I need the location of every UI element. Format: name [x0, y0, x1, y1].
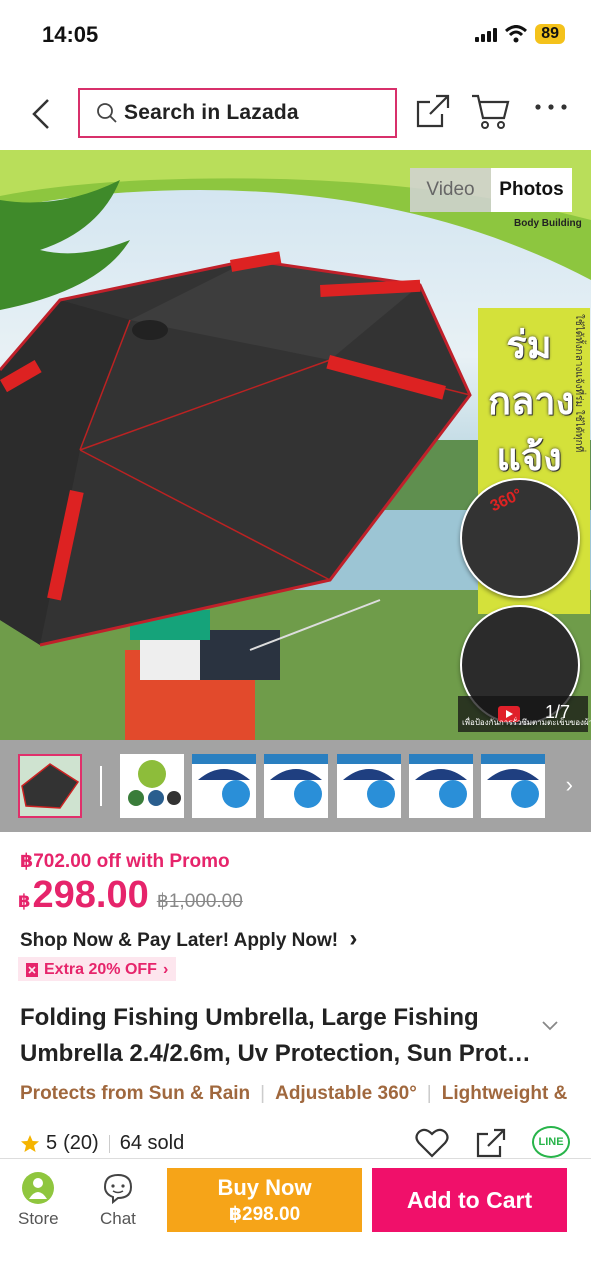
- chevron-right-icon[interactable]: ›: [566, 772, 573, 798]
- back-arrow-icon[interactable]: [24, 94, 58, 134]
- buy-now-price: ฿298.00: [228, 1203, 301, 1225]
- cellular-signal-icon: [475, 26, 498, 42]
- thumbnail-2[interactable]: [120, 754, 184, 818]
- add-to-cart-button[interactable]: Add to Cart: [372, 1168, 567, 1232]
- voucher-badge[interactable]: Extra 20% OFF ›: [18, 957, 177, 981]
- badge-side-text: ใช้ได้ทั้งกลางแจ้งที่ร่ม ใช้ได้ทุกที่: [573, 314, 584, 453]
- voucher-text: Extra 20% OFF: [44, 961, 157, 978]
- chevron-right-icon: ›: [349, 925, 358, 952]
- brand-logo: Body Building: [514, 218, 582, 229]
- image-caption: เพื่อป้องกันการรั่วซึมตามตะเข็บของผ้าร่ม: [462, 718, 591, 727]
- chat-label: Chat: [100, 1209, 136, 1228]
- search-input[interactable]: Search in Lazada: [78, 88, 397, 138]
- chevron-down-icon[interactable]: [540, 1018, 560, 1032]
- store-label: Store: [18, 1209, 59, 1228]
- thumbnail-4[interactable]: [264, 754, 328, 818]
- chat-button[interactable]: Chat: [100, 1171, 136, 1229]
- pay-later-text: Shop Now & Pay Later! Apply Now!: [20, 930, 339, 951]
- more-options-icon[interactable]: [534, 102, 568, 112]
- detail-image-hinge: 360°: [460, 478, 580, 598]
- tab-photos[interactable]: Photos: [491, 168, 572, 212]
- price-currency: ฿: [18, 891, 31, 911]
- badge-text: ร่ม กลาง แจ้ง: [488, 325, 575, 479]
- thumbnail-6[interactable]: [409, 754, 473, 818]
- rating-value: 5: [46, 1132, 58, 1154]
- media-toggle[interactable]: Video Photos: [410, 168, 572, 212]
- thumbnail-7[interactable]: [481, 754, 545, 818]
- rating-divider: [108, 1134, 110, 1153]
- buy-now-label: Buy Now: [217, 1174, 312, 1200]
- thumbnail-divider: [100, 766, 102, 806]
- voucher-icon: [26, 963, 38, 977]
- thumbnail-strip: ›: [0, 740, 591, 832]
- feature-tag: Adjustable 360°: [275, 1083, 417, 1104]
- buy-now-button[interactable]: Buy Now ฿298.00: [167, 1168, 362, 1232]
- status-time: 14:05: [42, 22, 99, 47]
- feature-tags: Protects from Sun & Rain | Adjustable 360°…: [20, 1083, 568, 1104]
- chevron-right-icon: ›: [162, 961, 169, 978]
- promo-discount: ฿702.00 off with Promo: [20, 851, 230, 872]
- product-image-carousel[interactable]: Video Photos Body Building ร่ม กลาง แจ้ง…: [0, 150, 591, 740]
- star-icon: [21, 1134, 39, 1152]
- bottom-action-bar: Store Chat Buy Now ฿298.00 Add to Cart: [0, 1158, 591, 1280]
- thumbnail-3[interactable]: [192, 754, 256, 818]
- feature-tag: Protects from Sun & Rain: [20, 1083, 251, 1104]
- heart-icon[interactable]: [414, 1126, 450, 1160]
- image-counter: 1/7 เพื่อป้องกันการรั่วซึมตามตะเข็บของผ้…: [458, 696, 591, 732]
- wifi-icon: [505, 25, 528, 43]
- thumbnail-1[interactable]: [18, 754, 82, 818]
- status-bar: 14:05 89: [0, 0, 591, 70]
- original-price: ฿1,000.00: [156, 891, 243, 912]
- thumbnail-5[interactable]: [337, 754, 401, 818]
- pay-later-link[interactable]: Shop Now & Pay Later! Apply Now! ›: [20, 925, 357, 953]
- store-icon: [22, 1172, 55, 1204]
- price-block: ฿ 298.00 ฿1,000.00: [18, 874, 243, 917]
- sold-count: 64 sold: [119, 1132, 185, 1154]
- search-placeholder: Search in Lazada: [124, 101, 299, 124]
- rating-row[interactable]: 5 (20) 64 sold: [20, 1132, 184, 1155]
- status-icons: 89: [475, 24, 565, 44]
- angle-label: 360°: [487, 485, 525, 516]
- review-count: (20): [63, 1132, 99, 1154]
- share-icon[interactable]: [474, 1126, 508, 1160]
- tab-video[interactable]: Video: [410, 168, 491, 212]
- store-button[interactable]: Store: [18, 1171, 59, 1229]
- line-label: LINE: [538, 1136, 564, 1148]
- current-price: 298.00: [32, 874, 149, 916]
- feature-tag: Lightweight &: [441, 1083, 568, 1104]
- line-share-icon[interactable]: LINE: [532, 1126, 570, 1158]
- share-icon[interactable]: [414, 92, 452, 130]
- top-nav: Search in Lazada: [0, 84, 591, 142]
- cart-icon[interactable]: [470, 92, 510, 130]
- chat-icon: [103, 1173, 132, 1205]
- product-title: Folding Fishing Umbrella, Large Fishing …: [20, 1004, 531, 1067]
- battery-icon: 89: [535, 24, 565, 44]
- search-icon: [97, 103, 117, 123]
